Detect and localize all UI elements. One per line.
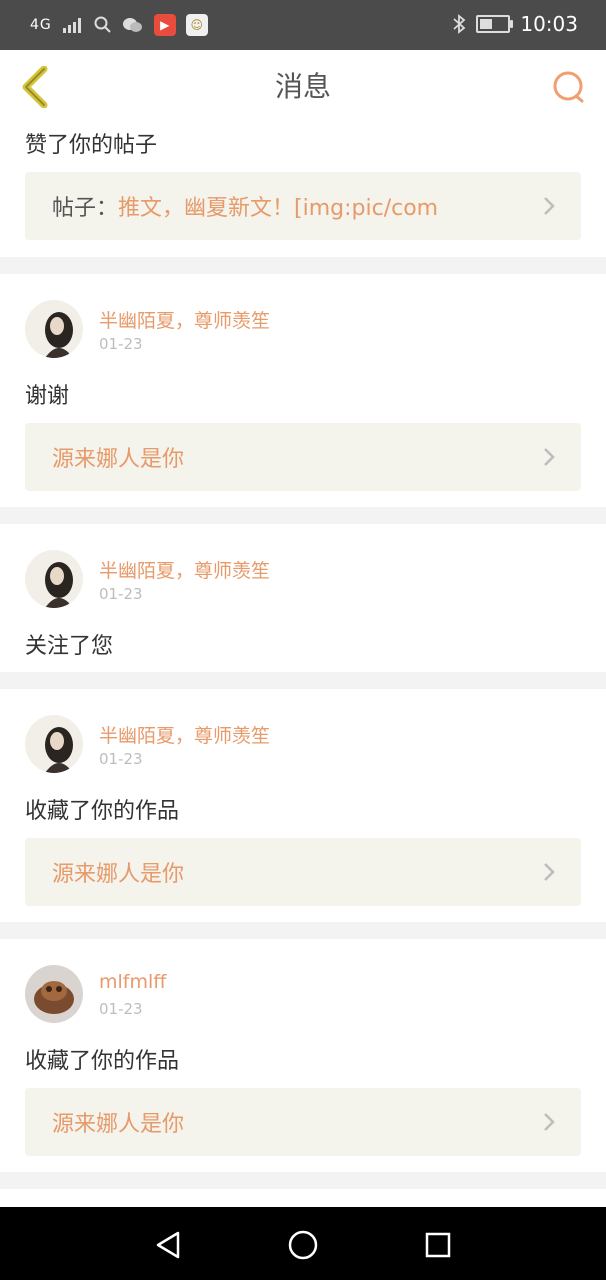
message-text: 关注了您 bbox=[25, 634, 114, 659]
app-yellow-icon: ☺ bbox=[185, 14, 208, 36]
triangle-back-icon bbox=[156, 1231, 180, 1259]
work-link[interactable]: 源来娜人是你 bbox=[25, 423, 581, 491]
divider bbox=[0, 507, 606, 524]
user-name[interactable]: 半幽陌夏，尊师羡笙 bbox=[99, 306, 270, 333]
nav-back-button[interactable] bbox=[148, 1225, 188, 1265]
message-list[interactable]: 赞了你的帖子 帖子： 推文，幽夏新文！[img:pic/com 半幽陌夏，尊师羡… bbox=[0, 124, 606, 1207]
user-name[interactable]: 半幽陌夏，尊师羡笙 bbox=[99, 556, 270, 583]
search-button[interactable] bbox=[546, 64, 592, 110]
status-right: 10:03 bbox=[452, 12, 578, 36]
chevron-right-icon bbox=[544, 1113, 555, 1131]
message-text: 收藏了你的作品 bbox=[25, 799, 180, 824]
message-date: 01-23 bbox=[99, 335, 143, 353]
avatar[interactable] bbox=[25, 550, 83, 608]
chevron-right-icon bbox=[544, 863, 555, 881]
list-item bbox=[0, 1189, 606, 1207]
message-date: 01-23 bbox=[99, 585, 143, 603]
system-nav-bar bbox=[0, 1207, 606, 1280]
status-bar: 4G ▶ ☺ 10:03 bbox=[0, 0, 606, 50]
divider bbox=[0, 672, 606, 689]
message-text: 赞了你的帖子 bbox=[25, 133, 158, 158]
post-link-label: 帖子： bbox=[52, 196, 119, 221]
list-item: 半幽陌夏，尊师羡笙 01-23 谢谢 源来娜人是你 bbox=[0, 274, 606, 507]
chevron-right-icon bbox=[544, 197, 555, 215]
status-time: 10:03 bbox=[520, 12, 578, 36]
avatar[interactable] bbox=[25, 715, 83, 773]
list-item: 半幽陌夏，尊师羡笙 01-23 关注了您 bbox=[0, 524, 606, 672]
avatar[interactable] bbox=[25, 965, 83, 1023]
page-title: 消息 bbox=[274, 70, 331, 103]
work-title: 源来娜人是你 bbox=[52, 1112, 185, 1137]
search-icon bbox=[553, 71, 584, 103]
post-link[interactable]: 帖子： 推文，幽夏新文！[img:pic/com bbox=[25, 172, 581, 240]
divider bbox=[0, 922, 606, 939]
status-left: 4G ▶ ☺ bbox=[30, 12, 208, 38]
message-date: 01-23 bbox=[99, 750, 143, 768]
divider bbox=[0, 257, 606, 274]
post-link-title: 推文，幽夏新文！[img:pic/com bbox=[118, 196, 439, 221]
battery-icon bbox=[476, 15, 514, 33]
nav-recents-button[interactable] bbox=[418, 1225, 458, 1265]
work-link[interactable]: 源来娜人是你 bbox=[25, 1088, 581, 1156]
work-title: 源来娜人是你 bbox=[52, 862, 185, 887]
header-bar: 消息 bbox=[0, 50, 606, 125]
user-name[interactable]: 半幽陌夏，尊师羡笙 bbox=[99, 721, 270, 748]
nav-home-button[interactable] bbox=[283, 1225, 323, 1265]
work-link[interactable]: 源来娜人是你 bbox=[25, 838, 581, 906]
signal-bars-icon bbox=[62, 18, 81, 33]
user-name[interactable]: mlfmlff bbox=[99, 971, 166, 993]
wechat-icon bbox=[122, 18, 142, 32]
avatar[interactable] bbox=[25, 300, 83, 358]
message-text: 收藏了你的作品 bbox=[25, 1049, 180, 1074]
search-icon bbox=[94, 16, 111, 33]
message-text: 谢谢 bbox=[25, 384, 70, 409]
list-item: 半幽陌夏，尊师羡笙 01-23 收藏了你的作品 源来娜人是你 bbox=[0, 689, 606, 922]
square-recents-icon bbox=[425, 1232, 451, 1258]
list-item: mlfmlff 01-23 收藏了你的作品 源来娜人是你 bbox=[0, 939, 606, 1172]
divider bbox=[0, 1172, 606, 1189]
bluetooth-icon bbox=[453, 14, 466, 34]
signal-icon: 4G bbox=[30, 17, 52, 33]
chevron-right-icon bbox=[544, 448, 555, 466]
app-red-icon: ▶ bbox=[153, 14, 176, 36]
list-item: 赞了你的帖子 帖子： 推文，幽夏新文！[img:pic/com bbox=[0, 124, 606, 257]
work-title: 源来娜人是你 bbox=[52, 447, 185, 472]
message-date: 01-23 bbox=[99, 1000, 143, 1018]
circle-home-icon bbox=[288, 1230, 318, 1260]
